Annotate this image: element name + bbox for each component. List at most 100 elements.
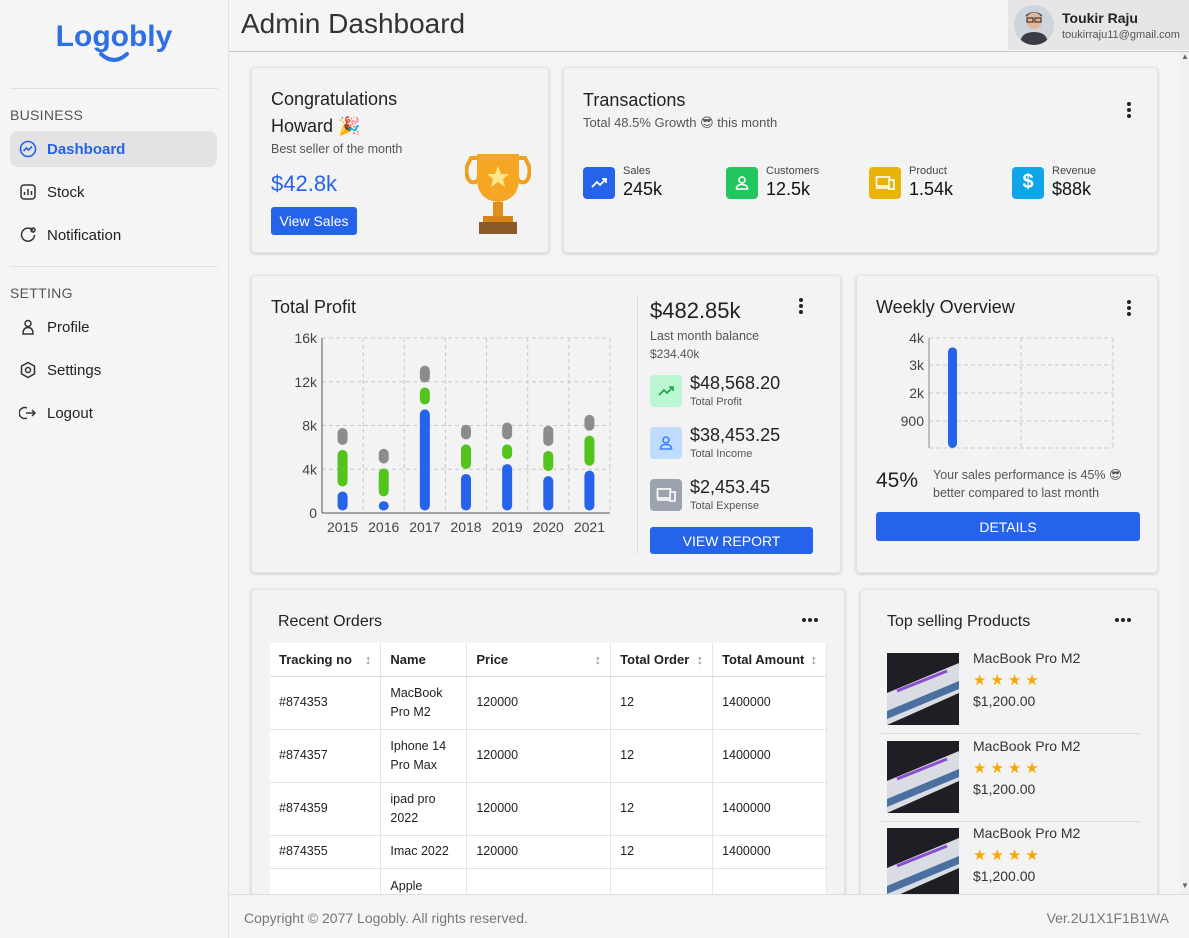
total-profit-title: Total Profit	[271, 297, 357, 317]
scroll-up-arrow[interactable]: ▲	[1181, 52, 1189, 61]
name-line2: Pro M2	[390, 704, 431, 719]
stat-sales: Sales 245k	[583, 165, 662, 200]
logo-text: Logobly	[56, 20, 173, 53]
cell-total-order: 12	[610, 782, 714, 836]
bar-segment	[584, 435, 595, 466]
sort-icon[interactable]: ↕	[595, 652, 602, 667]
product-item[interactable]: MacBook Pro M2 ★★★★ $1,200.00	[881, 734, 1141, 822]
total-profit-card: Total Profit 0 4k 8k 12k 16k 2015 2016 2017 2018…	[251, 275, 841, 573]
details-button[interactable]: DETAILS	[876, 512, 1140, 541]
trophy-icon	[465, 154, 531, 234]
y-tick-label: 900	[901, 413, 925, 429]
logo[interactable]: Logobly	[0, 0, 228, 88]
sort-icon[interactable]: ↕	[365, 652, 372, 667]
product-item[interactable]: MacBook Pro M2 ★★★★ $1,200.00	[881, 646, 1141, 734]
view-report-button[interactable]: VIEW REPORT	[650, 527, 813, 554]
copyright-text: Copyright © 2077 Logobly. All rights res…	[244, 910, 528, 926]
stat-product: Product 1.54k	[869, 165, 953, 200]
name-line1: MacBook	[390, 685, 443, 700]
avatar	[1014, 5, 1054, 45]
bar-segment	[461, 473, 471, 511]
column-header[interactable]: Total Order ↕	[610, 643, 714, 677]
bar-segment	[502, 464, 513, 511]
cell-total-amount: 1400000	[712, 729, 827, 783]
person-icon	[726, 166, 758, 199]
table-row[interactable]: #874355 Imac 2022 120000 12 1400000	[270, 835, 827, 869]
version-text: Ver.2U1X1F1B1WA	[1046, 910, 1169, 926]
product-image	[887, 741, 959, 813]
profit-item-value: $48,568.20	[690, 373, 781, 393]
sidebar-item-label: Logout	[47, 404, 93, 422]
bar-segment	[419, 387, 430, 405]
transactions-card: Transactions Total 48.5% Growth 😎 this m…	[563, 67, 1158, 253]
table-row[interactable]: #874357 Iphone 14 Pro Max 120000 12 14000…	[270, 729, 827, 783]
stat-label: Customers	[766, 165, 820, 177]
chart-line-icon	[18, 139, 38, 159]
bar-segment	[543, 425, 554, 446]
more-vert-icon[interactable]	[799, 298, 803, 316]
product-image	[887, 828, 959, 900]
bar-segment	[543, 476, 554, 511]
footer: Copyright © 2077 Logobly. All rights res…	[229, 894, 1189, 938]
sidebar-item-settings[interactable]: Settings	[10, 352, 217, 388]
column-header[interactable]: Tracking no ↕	[270, 643, 382, 677]
cell-name: ipad pro 2022	[380, 782, 468, 836]
view-sales-button[interactable]: View Sales	[271, 207, 357, 235]
name-line1: Iphone 14	[390, 738, 447, 753]
sort-icon[interactable]: ↕	[697, 652, 704, 667]
congrats-amount: $42.8k	[271, 171, 338, 196]
cell-name: MacBook Pro M2	[380, 676, 468, 730]
page-scrollbar[interactable]: ▲ ▼	[1180, 52, 1189, 894]
table-row[interactable]: #874353 MacBook Pro M2 120000 12 1400000	[270, 676, 827, 730]
weekly-text-line2: better compared to last month	[933, 486, 1100, 500]
more-vert-icon[interactable]	[1127, 300, 1131, 318]
top-selling-card: Top selling Products MacBook Pro M2 ★★★★ $…	[860, 589, 1158, 909]
scroll-down-arrow[interactable]: ▼	[1181, 881, 1189, 890]
product-price: $1,200.00	[973, 868, 1036, 884]
sunglasses-icon: 😎	[700, 115, 714, 130]
product-price: $1,200.00	[973, 781, 1036, 797]
cell-price: 120000	[466, 835, 612, 869]
name-line2: 2022	[390, 810, 419, 825]
orders-table-wrap: Tracking no ↕ Name Price ↕ Total Order ↕ To…	[270, 643, 827, 908]
star-rating-icon: ★★★★	[973, 672, 1043, 689]
trending-up-icon	[650, 374, 682, 407]
sort-icon[interactable]: ↕	[811, 652, 818, 667]
recent-orders-title: Recent Orders	[278, 613, 383, 630]
y-tick-label: 2k	[909, 385, 925, 401]
sidebar-section-setting: SETTING	[10, 285, 73, 301]
stat-label: Revenue	[1052, 165, 1097, 177]
sidebar-item-notification[interactable]: Notification	[10, 217, 217, 253]
bar-segment	[584, 470, 595, 511]
bar-segment	[419, 409, 430, 511]
profit-balance: $482.85k	[650, 298, 741, 323]
cell-tracking: #874359	[270, 782, 382, 836]
page-title: Admin Dashboard	[241, 8, 466, 39]
more-horiz-icon[interactable]	[1115, 618, 1133, 622]
sidebar-item-stock[interactable]: Stock	[10, 174, 217, 210]
profit-balance-label: Last month balance	[650, 329, 760, 343]
sidebar-item-profile[interactable]: Profile	[10, 309, 217, 345]
transactions-subtitle: Total 48.5% Growth 😎 this month	[583, 115, 777, 131]
bar-segment	[337, 491, 348, 511]
growth-text: Total 48.5% Growth	[583, 115, 697, 130]
sidebar-item-dashboard[interactable]: Dashboard	[10, 131, 217, 167]
cell-price: 120000	[466, 729, 612, 783]
column-label: Total Order	[620, 651, 690, 667]
profit-item: $48,568.20 Total Profit	[650, 373, 780, 408]
column-header[interactable]: Price ↕	[466, 643, 612, 677]
more-vert-icon[interactable]	[1127, 102, 1131, 120]
total-profit-chart: 0 4k 8k 12k 16k 2015 2016 2017 2018 2019 2020 2021	[294, 330, 611, 535]
column-header[interactable]: Name	[380, 643, 468, 677]
bar-segment	[337, 428, 348, 445]
column-header[interactable]: Total Amount ↕	[712, 643, 827, 677]
more-horiz-icon[interactable]	[802, 618, 820, 622]
sidebar-item-logout[interactable]: Logout	[10, 395, 217, 431]
cell-name: Imac 2022	[380, 835, 468, 869]
product-name: MacBook Pro M2	[973, 650, 1081, 666]
weekly-text: Your sales performance is 45% 😎 better co…	[933, 466, 1122, 502]
cell-total-amount: 1400000	[712, 676, 827, 730]
expense-item-label: Total Expense	[690, 500, 760, 512]
table-row[interactable]: #874359 ipad pro 2022 120000 12 1400000	[270, 782, 827, 836]
user-menu[interactable]: Toukir Raju toukirraju11@gmail.com	[1008, 0, 1189, 50]
